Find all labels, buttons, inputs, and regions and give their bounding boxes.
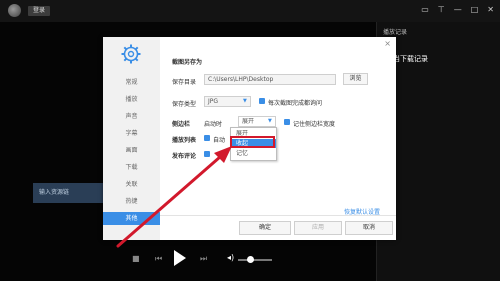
startup-label: 启动时 xyxy=(204,121,223,128)
nav-item-playback[interactable]: 播放 xyxy=(103,93,160,106)
close-icon[interactable]: ✕ xyxy=(487,4,494,16)
minimize-icon[interactable]: — xyxy=(454,4,462,16)
cancel-button[interactable]: 取消 xyxy=(345,221,393,235)
settings-content: 截图另存为 保存目录 C:\Users\LHP\Desktop 浏览 保存类型 … xyxy=(160,37,396,240)
chevron-down-icon: ▼ xyxy=(243,98,247,104)
playlist-checkbox[interactable] xyxy=(204,135,210,141)
section-title: 截图另存为 xyxy=(172,59,203,66)
save-dir-field[interactable]: C:\Users\LHP\Desktop xyxy=(204,74,336,85)
ok-button[interactable]: 确定 xyxy=(239,221,291,235)
settings-sidebar: 常规 播放 声音 字幕 画面 下载 关联 热键 其他 xyxy=(103,37,160,240)
nav-item-general[interactable]: 常规 xyxy=(103,76,160,89)
footer-divider xyxy=(160,215,396,216)
volume-slider[interactable] xyxy=(238,259,272,261)
volume-knob[interactable] xyxy=(247,256,254,263)
pin-icon[interactable]: ⊤ xyxy=(438,4,445,16)
nav-item-picture[interactable]: 画面 xyxy=(103,144,160,157)
save-dir-label: 保存目录 xyxy=(172,79,197,86)
top-bar: 登录 ▭ ⊤ — □ ✕ xyxy=(0,0,500,22)
maximize-icon[interactable]: □ xyxy=(471,4,479,16)
sidebar-label: 侧边栏 xyxy=(172,121,191,128)
volume-icon[interactable]: ◂) xyxy=(227,253,234,262)
browse-button[interactable]: 浏览 xyxy=(343,73,368,85)
annotation-highlight-box xyxy=(230,136,275,148)
prev-icon[interactable]: ⏮ xyxy=(155,254,162,264)
ask-each-checkbox[interactable] xyxy=(259,98,265,104)
publish-checkbox[interactable] xyxy=(204,151,210,157)
chevron-down-icon: ▼ xyxy=(268,118,272,124)
remember-width-checkbox[interactable] xyxy=(284,119,290,125)
stop-icon[interactable]: ■ xyxy=(132,254,140,263)
playlist-check-label: 自动 xyxy=(213,137,226,144)
ask-each-label: 每次截图完成都询问 xyxy=(268,100,323,107)
settings-dialog: × 常规 播放 声音 字幕 画面 下载 关联 热键 其他 截图另存为 保存目录 … xyxy=(103,37,396,240)
nav-item-sound[interactable]: 声音 xyxy=(103,110,160,123)
remember-width-label: 记住侧边栏宽度 xyxy=(293,121,336,128)
nav-item-association[interactable]: 关联 xyxy=(103,178,160,191)
nav-item-subtitle[interactable]: 字幕 xyxy=(103,127,160,140)
playback-controls: ■ ⏮ ⏭ ◂) xyxy=(120,248,370,272)
nav-item-download[interactable]: 下载 xyxy=(103,161,160,174)
url-input[interactable]: 输入资源链 xyxy=(33,183,109,203)
folder-icon[interactable]: ▭ xyxy=(421,4,429,16)
play-icon[interactable] xyxy=(174,250,186,266)
apply-button[interactable]: 应用 xyxy=(294,221,342,235)
publish-label: 发布评论 xyxy=(172,153,197,160)
playlist-label: 播放列表 xyxy=(172,137,197,144)
window-controls: ▭ ⊤ — □ ✕ xyxy=(421,4,494,16)
nav-item-hotkey[interactable]: 热键 xyxy=(103,195,160,208)
save-type-label: 保存类型 xyxy=(172,101,197,108)
gear-icon xyxy=(121,44,141,64)
dropdown-option-remember[interactable]: 记忆 xyxy=(231,149,276,158)
panel-text-2: 当下载记录 xyxy=(393,55,428,63)
nav-item-other[interactable]: 其他 xyxy=(103,212,160,225)
panel-title: 播放记录 xyxy=(383,29,408,36)
app-logo xyxy=(8,4,21,17)
next-icon[interactable]: ⏭ xyxy=(200,254,207,264)
login-button[interactable]: 登录 xyxy=(28,6,50,16)
